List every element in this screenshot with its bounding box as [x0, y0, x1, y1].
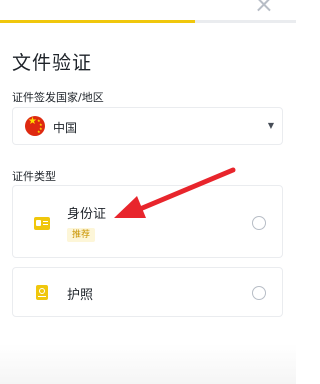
annotation-arrow-icon — [114, 167, 236, 218]
bottom-fade — [0, 344, 296, 384]
